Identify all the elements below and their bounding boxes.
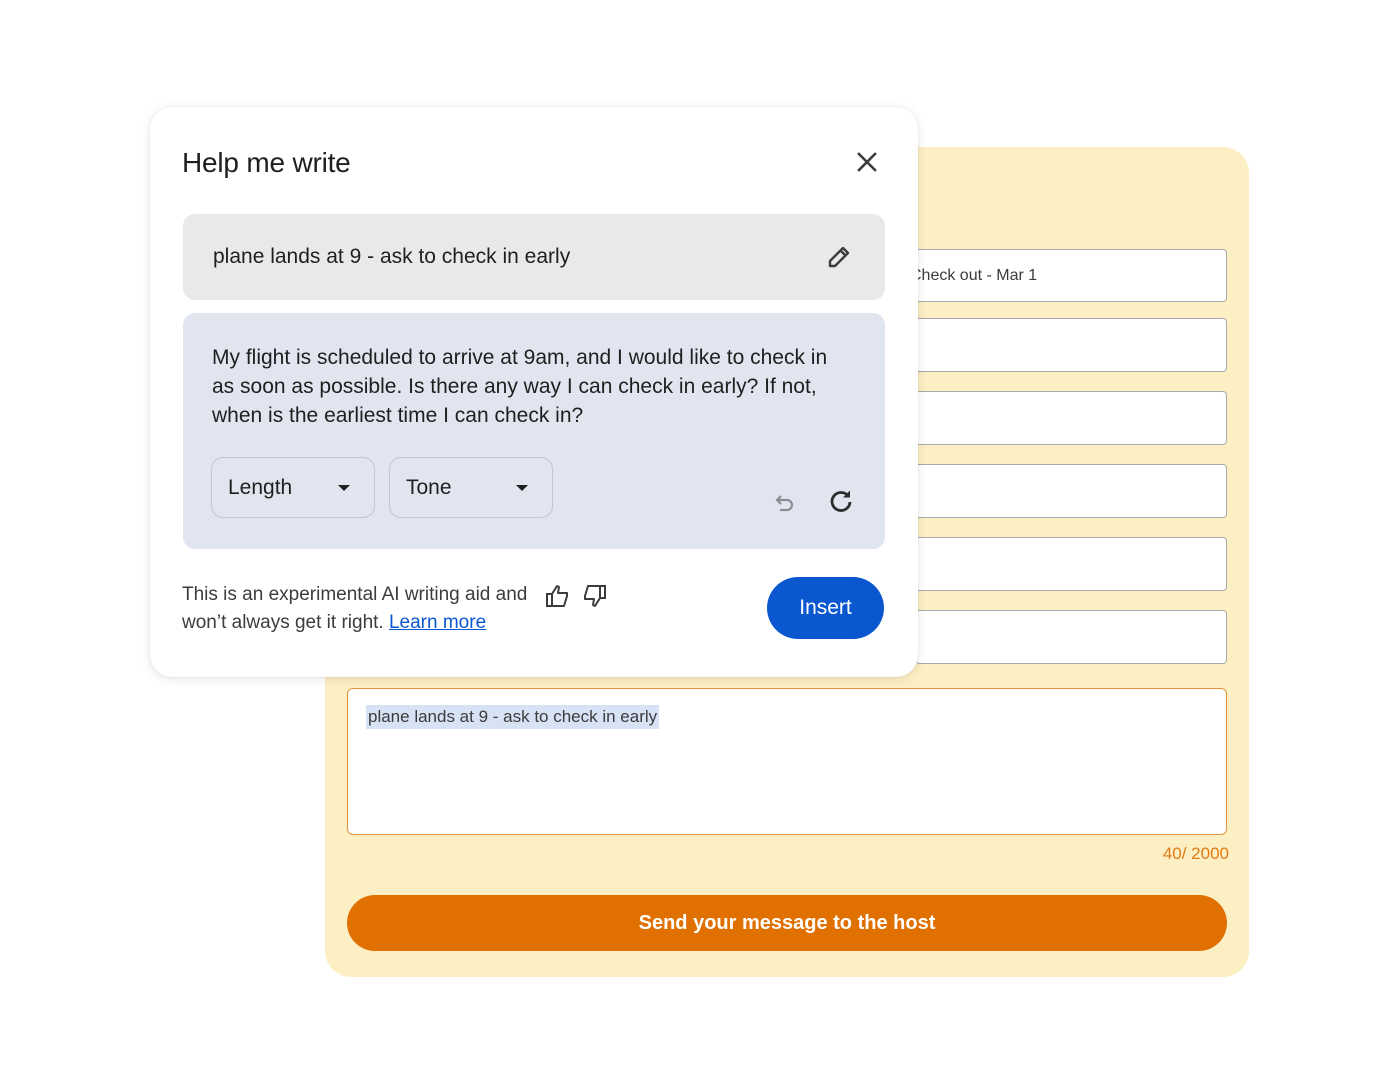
thumbs-up-icon [546,585,568,607]
prompt-display: plane lands at 9 - ask to check in early [183,214,885,300]
dialog-title: Help me write [182,147,351,178]
length-dropdown[interactable]: Length [211,457,375,518]
chevron-down-icon [516,484,528,491]
send-message-button[interactable]: Send your message to the host [347,895,1227,951]
tone-dropdown[interactable]: Tone [389,457,553,518]
close-button[interactable] [850,145,884,179]
form-field[interactable] [915,610,1227,664]
help-me-write-dialog: Help me write plane lands at 9 - ask to … [150,107,918,677]
refresh-icon [830,490,852,512]
form-field[interactable] [915,318,1227,372]
tone-label: Tone [406,475,452,499]
thumbs-down-button[interactable] [580,582,608,610]
result-text: My flight is scheduled to arrive at 9am,… [212,346,828,427]
disclaimer-text: This is an experimental AI writing aid a… [182,581,542,637]
thumbs-down-icon [584,585,606,607]
feedback-buttons [544,582,608,610]
checkout-date-value: Check out - Mar 1 [915,266,1038,284]
character-count: 40/ 2000 [1162,844,1229,863]
undo-icon [775,495,794,512]
length-label: Length [228,475,293,499]
undo-button[interactable] [771,489,799,517]
form-field[interactable] [915,464,1227,518]
generated-result: My flight is scheduled to arrive at 9am,… [183,313,885,549]
pencil-icon [828,246,850,268]
checkout-date-field[interactable]: Check out - Mar 1 [915,249,1227,302]
message-textarea[interactable]: plane lands at 9 - ask to check in early [347,688,1227,835]
chevron-down-icon [338,484,350,491]
regenerate-button[interactable] [825,485,857,517]
form-field[interactable] [915,537,1227,591]
message-text-selected: plane lands at 9 - ask to check in early [366,705,660,729]
form-field[interactable] [915,391,1227,445]
prompt-text: plane lands at 9 - ask to check in early [213,245,571,268]
insert-button[interactable]: Insert [767,577,884,639]
thumbs-up-button[interactable] [544,582,572,610]
edit-prompt-button[interactable] [823,241,855,273]
learn-more-link[interactable]: Learn more [389,612,486,633]
close-icon [857,152,877,172]
